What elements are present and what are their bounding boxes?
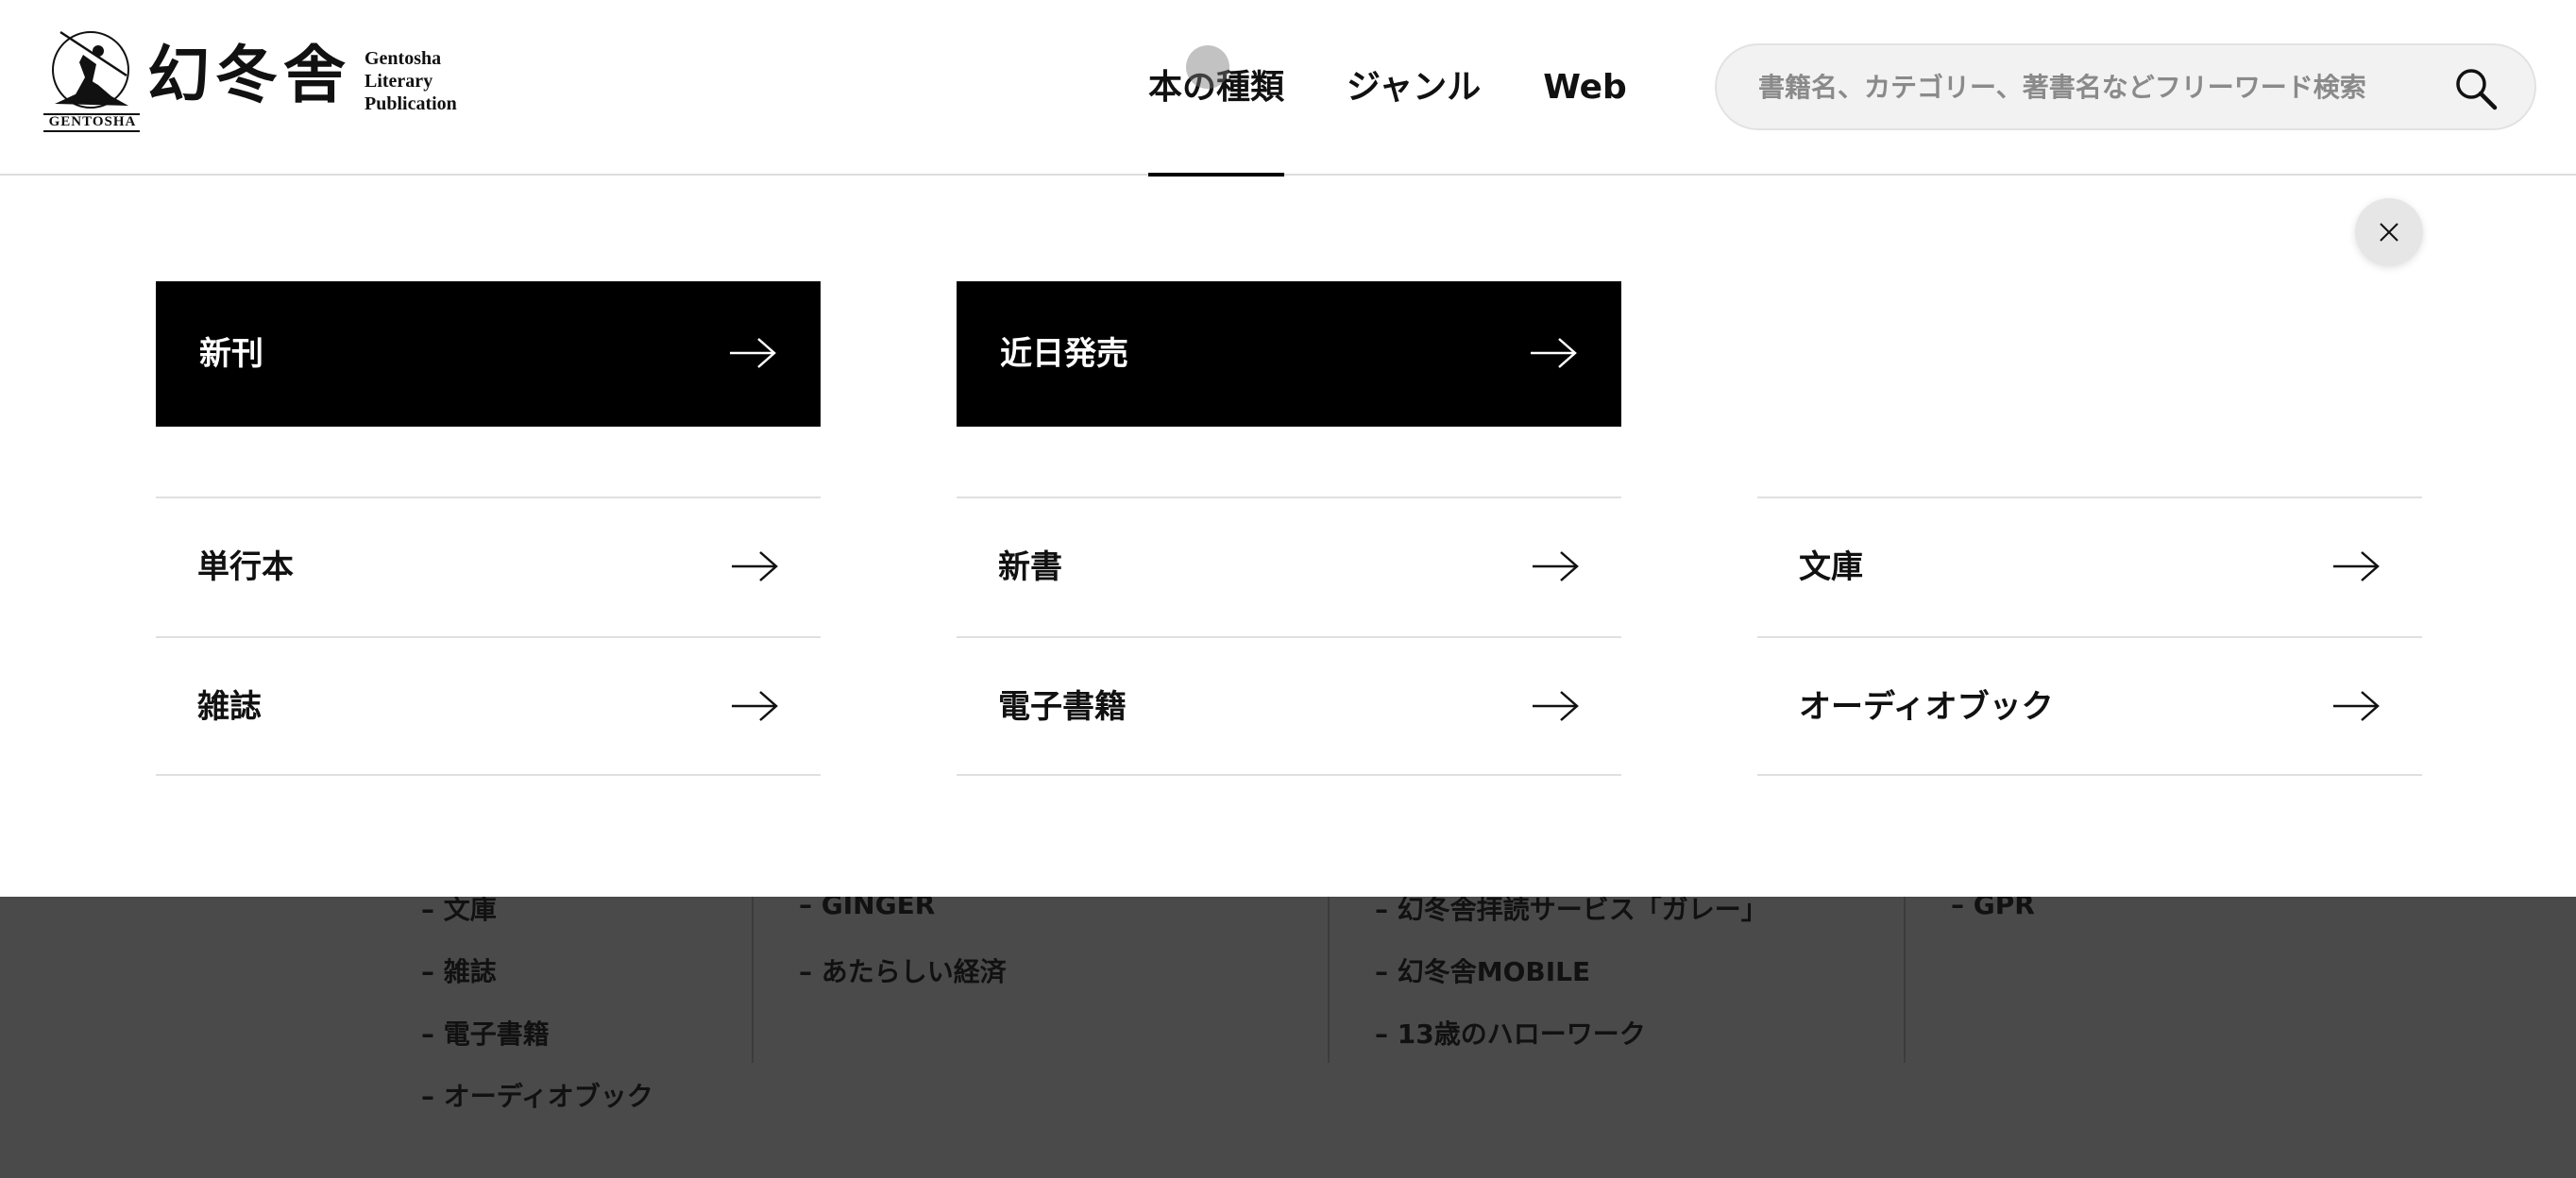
footer-divider [1328,887,1330,1063]
footer-bullet: – [1375,894,1388,925]
arrow-right-icon [730,338,776,368]
main-nav: 本の種類 ジャンル Web [1148,0,1627,177]
footer-link-label: 電子書籍 [443,1018,550,1050]
site-header: GENTOSHA 幻冬舎 Gentosha Literary Publicati… [0,0,2576,177]
nav-genre[interactable]: ジャンル [1347,0,1481,176]
logo-kanji: 幻冬舎 [147,38,351,111]
footer-link[interactable]: – 電子書籍 [421,1014,550,1052]
footer-link-label: 13歳のハローワーク [1397,1018,1646,1050]
footer-link-label: 文庫 [443,894,497,925]
menu-link-label: 文庫 [1799,548,1863,586]
new-releases-label: 新刊 [199,335,263,373]
footer-bullet: – [1375,1018,1388,1050]
pointer-indicator [1186,45,1229,89]
logo-en-line: Publication [364,93,457,114]
nav-book-types[interactable]: 本の種類 [1148,0,1285,177]
footer-link[interactable]: – 13歳のハローワーク [1375,1014,1646,1052]
nav-web[interactable]: Web [1543,0,1627,176]
arrow-right-icon [732,691,778,721]
logo-en-line: Literary [364,71,433,92]
menu-link-ebook[interactable]: 電子書籍 [957,636,1621,776]
menu-link-audiobook[interactable]: オーディオブック [1757,636,2422,776]
footer-link-label: 幻冬舎拝読サービス「ガレー」 [1397,894,1768,925]
menu-link-label: 単行本 [197,548,294,586]
logo-english: Gentosha Literary Publication [364,47,457,115]
footer-bullet: – [421,894,434,925]
footer-bullet: – [1375,956,1388,987]
close-menu-button[interactable] [2355,198,2423,266]
arrow-right-icon [1533,691,1579,721]
search-icon[interactable] [2453,66,2499,111]
footer-bullet: – [421,956,434,987]
search-box [1715,43,2536,130]
footer-link-label: オーディオブック [443,1081,653,1112]
arrow-right-icon [2333,691,2380,721]
menu-link-label: 雑誌 [197,688,262,726]
footer-link[interactable]: – 雑誌 [421,951,497,989]
footer-link[interactable]: – オーディオブック [421,1076,653,1114]
footer-bullet: – [421,1081,434,1112]
menu-link-label: 電子書籍 [998,688,1127,726]
menu-link-shinsho[interactable]: 新書 [957,496,1621,636]
menu-link-magazine[interactable]: 雑誌 [156,636,821,776]
menu-link-label: 新書 [998,548,1062,586]
footer-link-label: 雑誌 [443,956,497,987]
footer-link-label: 幻冬舎MOBILE [1397,956,1591,987]
menu-link-label: オーディオブック [1799,688,2054,726]
site-logo[interactable]: GENTOSHA 幻冬舎 Gentosha Literary Publicati… [42,26,476,132]
footer-bullet: – [799,956,812,987]
footer-bullet: – [421,1018,434,1050]
menu-link-hardcover[interactable]: 単行本 [156,496,821,636]
search-input[interactable] [1758,45,2438,128]
arrow-right-icon [732,551,778,581]
new-releases-link[interactable]: 新刊 [156,281,821,427]
footer-divider [1904,887,1906,1063]
book-types-menu: 新刊 近日発売 単行本 新書 文庫 雑誌 電子書籍 オーディオブック [0,176,2576,897]
coming-soon-label: 近日発売 [1000,335,1128,373]
close-icon [2380,223,2398,242]
coming-soon-link[interactable]: 近日発売 [957,281,1621,427]
footer-link[interactable]: – 幻冬舎MOBILE [1375,951,1590,989]
footer-overlay: – 文庫 – 雑誌 – 電子書籍 – オーディオブック – GINGER – あ… [0,887,2576,1178]
arrow-right-icon [1533,551,1579,581]
arrow-right-icon [1531,338,1577,368]
logo-mark-text: GENTOSHA [48,114,137,129]
footer-divider [752,887,754,1063]
arrow-right-icon [2333,551,2380,581]
logo-en-line: Gentosha [364,48,442,69]
footer-link[interactable]: – あたらしい経済 [799,951,1007,989]
menu-link-bunko[interactable]: 文庫 [1757,496,2422,636]
footer-link-label: あたらしい経済 [821,956,1007,987]
